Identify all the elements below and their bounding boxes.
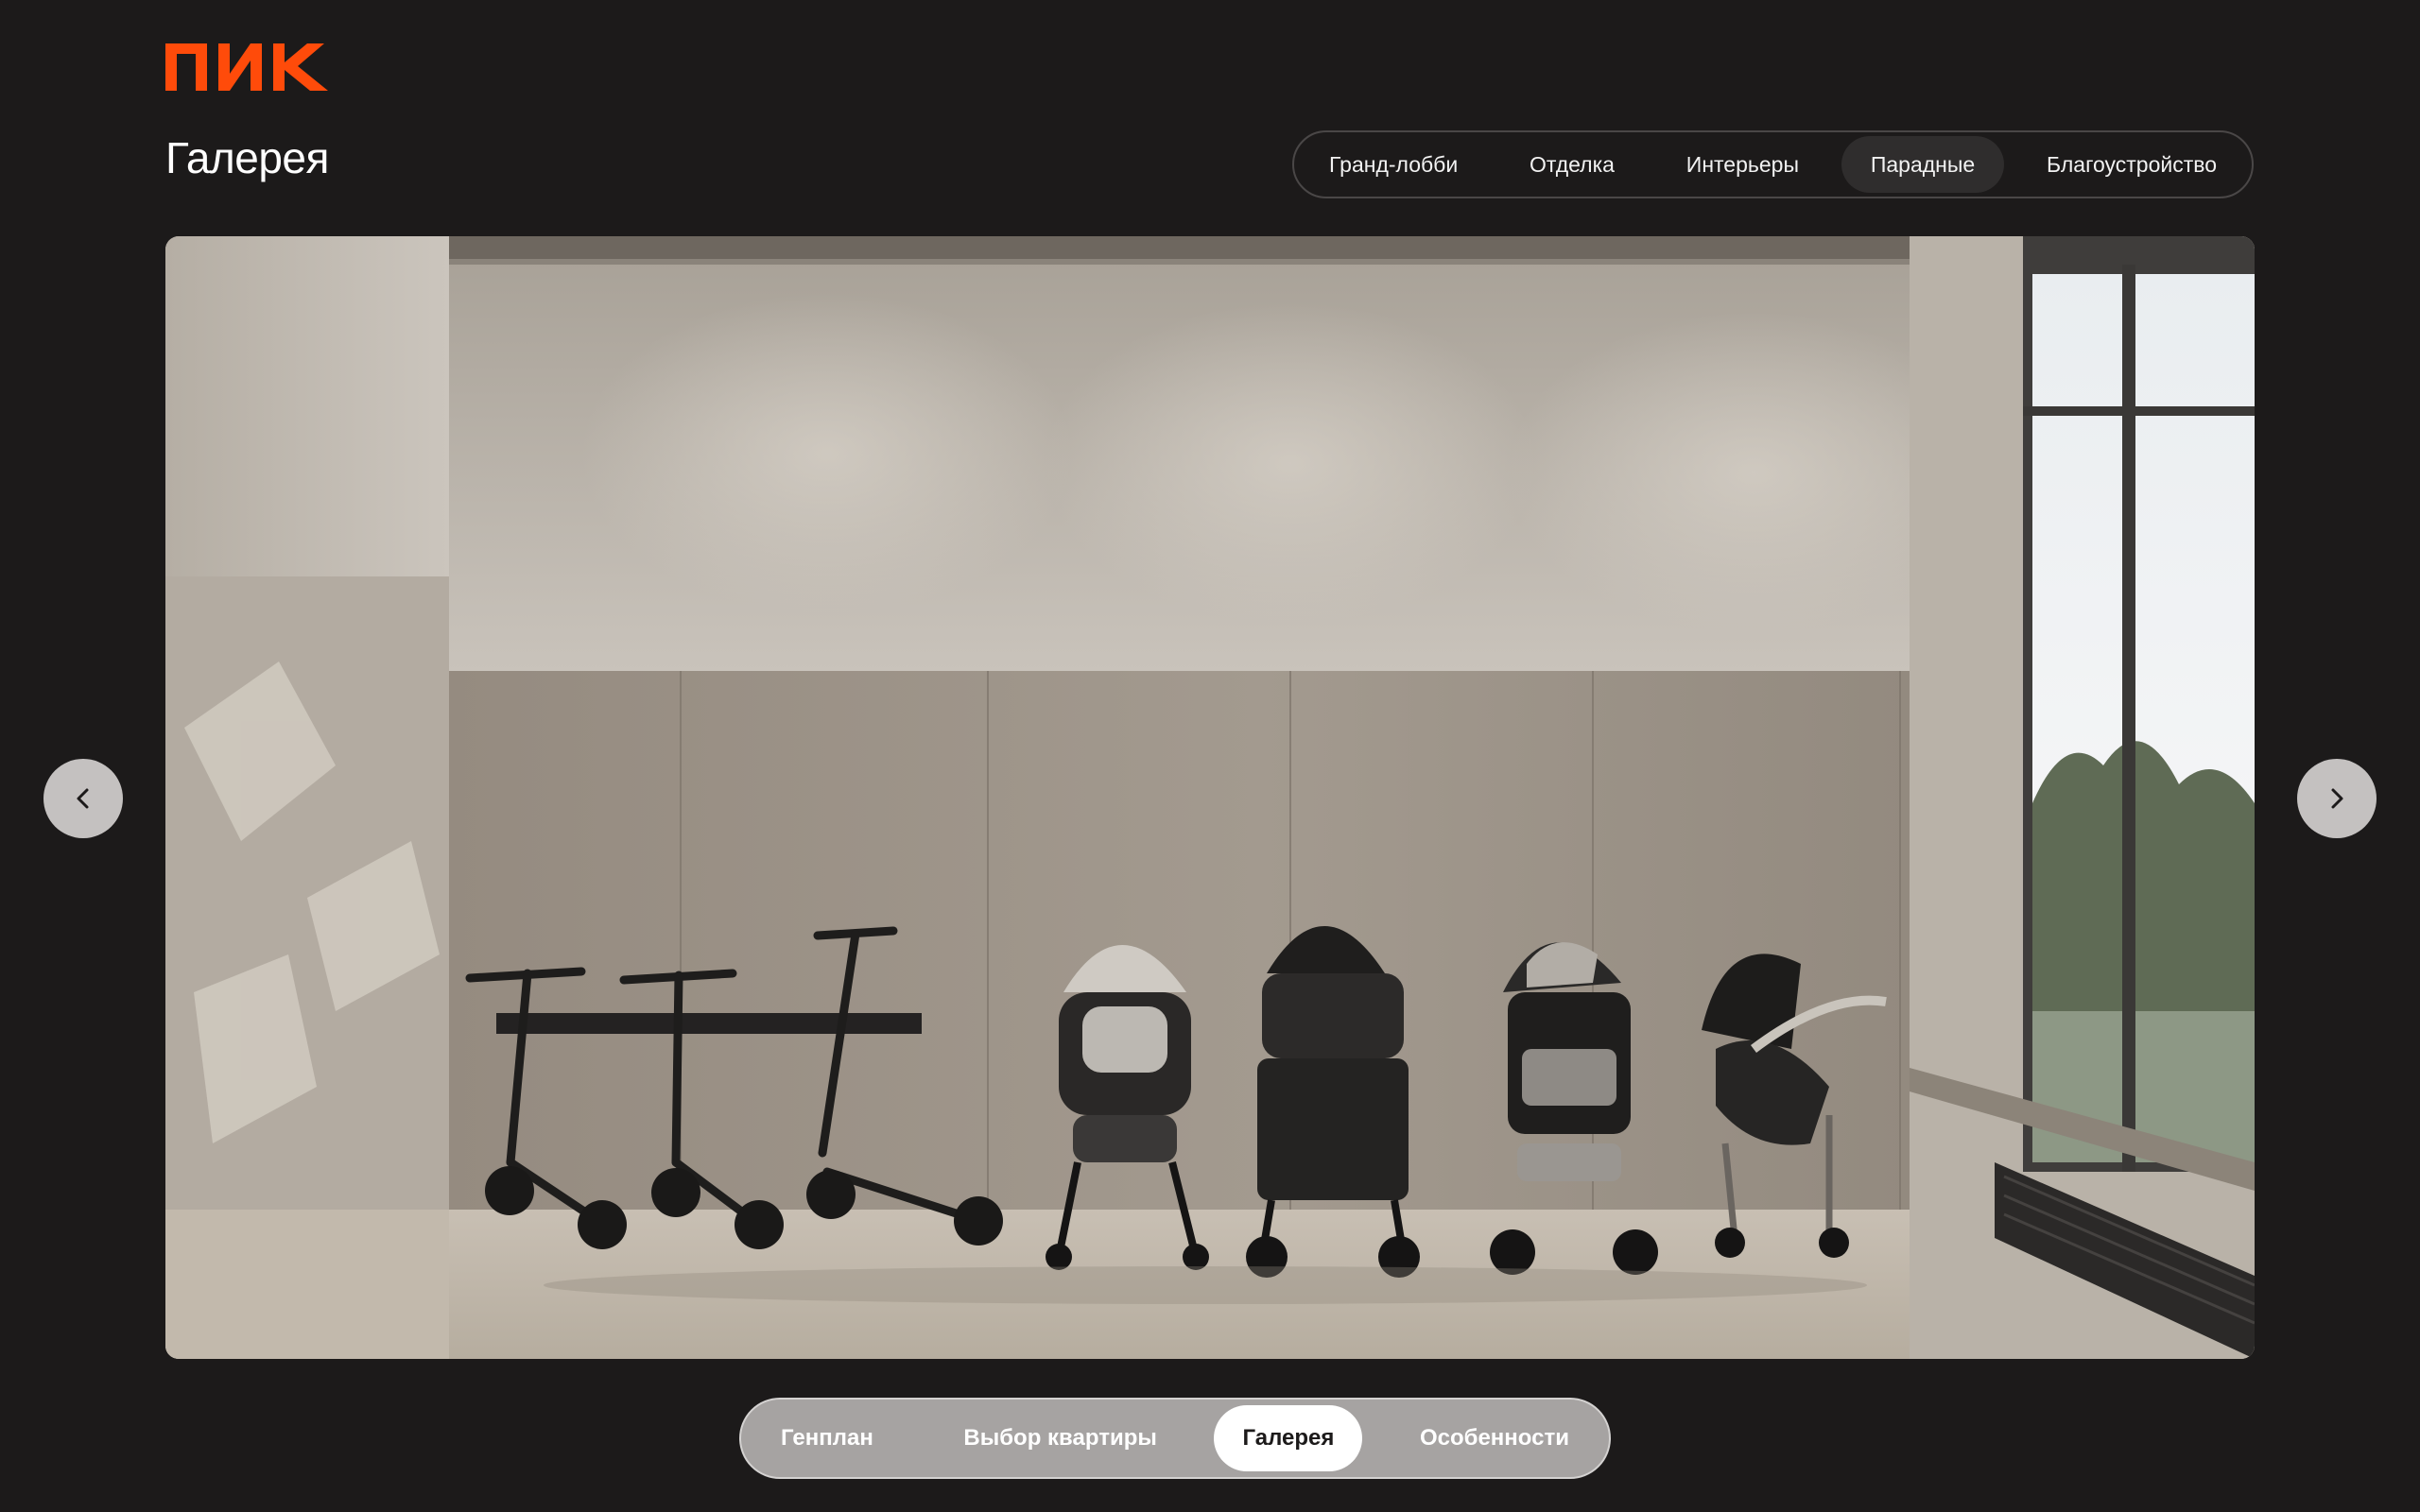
gallery-next-button[interactable] (2297, 759, 2377, 838)
tab-interiors[interactable]: Интерьеры (1657, 136, 1828, 193)
nav-gallery[interactable]: Галерея (1214, 1405, 1363, 1471)
gallery-prev-button[interactable] (43, 759, 123, 838)
pik-logo-mark (165, 43, 328, 91)
gallery-image[interactable] (165, 236, 2255, 1359)
page: Галерея Гранд-лобби Отделка Интерьеры Па… (0, 0, 2420, 1512)
tab-entrances[interactable]: Парадные (1841, 136, 2005, 193)
pik-logo[interactable] (165, 38, 331, 94)
nav-features[interactable]: Особенности (1387, 1405, 1602, 1471)
chevron-left-icon (77, 788, 89, 809)
tab-finishing[interactable]: Отделка (1500, 136, 1644, 193)
tab-landscaping[interactable]: Благоустройство (2017, 136, 2246, 193)
bottom-section-nav: Генплан Выбор квартиры Галерея Особеннос… (739, 1398, 1611, 1479)
nav-apartment-selection[interactable]: Выбор квартиры (930, 1405, 1189, 1471)
tab-grand-lobby[interactable]: Гранд-лобби (1300, 136, 1487, 193)
nav-master-plan[interactable]: Генплан (748, 1405, 907, 1471)
chevron-right-icon (2331, 788, 2343, 809)
gallery-category-tabs: Гранд-лобби Отделка Интерьеры Парадные Б… (1292, 130, 2254, 198)
entrance-hall-illustration (165, 236, 2255, 1359)
page-title: Галерея (165, 133, 329, 182)
